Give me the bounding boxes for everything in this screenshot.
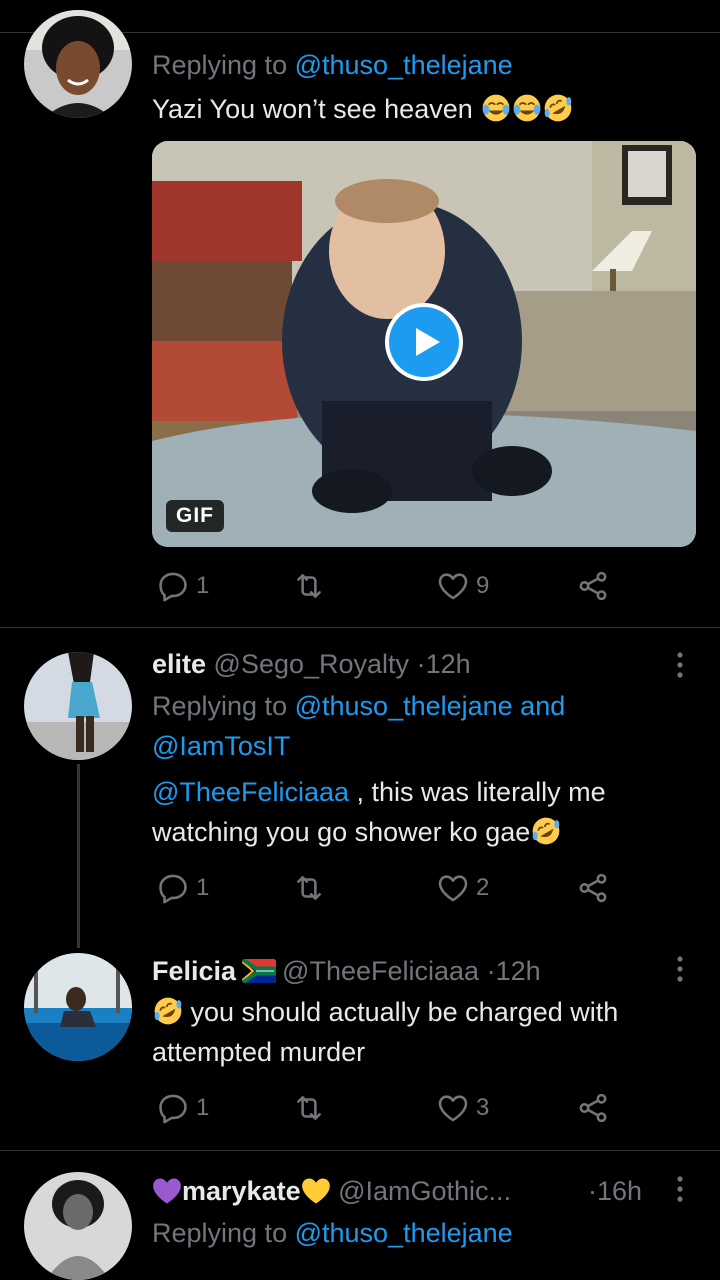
face-with-tears-of-joy-icon	[482, 94, 510, 122]
tweet2-header: elite @Sego_Royalty ·12h	[152, 644, 471, 684]
tweet2-text-line1: @TheeFeliciaaa , this was literally me	[152, 772, 606, 812]
heart-icon	[438, 1095, 468, 1122]
purple-heart-icon	[153, 1178, 181, 1204]
separator-dot: ·	[416, 649, 426, 679]
tweet3-text-2: attempted murder	[152, 1037, 366, 1067]
share-icon	[579, 1093, 607, 1123]
separator-dot: ·	[588, 1176, 597, 1206]
author-name[interactable]: elite	[152, 649, 206, 679]
tweet4-replying: Replying to @thuso_thelejane	[152, 1213, 513, 1253]
thread-line	[77, 764, 80, 948]
reply-count: 1	[196, 874, 210, 901]
tweet-divider	[0, 627, 720, 628]
like-count: 9	[476, 572, 490, 599]
like-button[interactable]: 3	[436, 1086, 489, 1130]
reply-button[interactable]: 1	[156, 866, 209, 910]
replying-handles-link[interactable]: @thuso_thelejane and	[295, 691, 566, 721]
replying-label: Replying to	[152, 50, 288, 80]
tweet2-text-2: watching you go shower ko gae	[152, 817, 531, 847]
author-handle[interactable]: @IamGothic...	[338, 1176, 511, 1206]
timestamp[interactable]: 12h	[496, 956, 541, 986]
retweet-button[interactable]	[292, 564, 326, 608]
tweet1-actions: 1 9	[152, 564, 622, 608]
separator-dot: ·	[486, 956, 496, 986]
tweet3-actions: 1 3	[152, 1086, 622, 1130]
share-icon	[579, 571, 607, 601]
reply-count: 1	[196, 572, 210, 599]
tweet3-text-line1: you should actually be charged with	[152, 992, 618, 1032]
avatar-image	[24, 953, 132, 1061]
reply-button[interactable]: 1	[156, 564, 209, 608]
like-count: 2	[476, 874, 490, 901]
tweet1-replying: Replying to @thuso_thelejane	[152, 45, 513, 85]
replying-handle-link[interactable]: @thuso_thelejane	[295, 1218, 513, 1248]
avatar-image	[24, 10, 132, 118]
reply-icon	[159, 1094, 187, 1124]
replying-handle-link-2[interactable]: @IamTosIT	[152, 731, 290, 761]
share-button[interactable]	[576, 564, 610, 608]
gif-media[interactable]: GIF	[152, 141, 696, 547]
like-button[interactable]: 2	[436, 866, 489, 910]
retweet-button[interactable]	[292, 1086, 326, 1130]
author-name[interactable]: Felicia	[152, 956, 236, 986]
avatar-tweet4[interactable]	[24, 1172, 132, 1280]
tweet2-replying: Replying to @thuso_thelejane and	[152, 686, 565, 726]
author-handle[interactable]: @Sego_Royalty	[214, 649, 410, 679]
rolling-on-floor-laughing-icon	[532, 817, 560, 845]
retweet-icon	[297, 574, 321, 598]
like-button[interactable]: 9	[436, 564, 489, 608]
author-handle[interactable]: @TheeFeliciaaa	[282, 956, 479, 986]
avatar-tweet2[interactable]	[24, 652, 132, 760]
tweet2-text-line2: watching you go shower ko gae	[152, 812, 561, 852]
heart-icon	[438, 573, 468, 600]
mention-link[interactable]: @TheeFeliciaaa	[152, 777, 349, 807]
play-icon	[389, 307, 459, 377]
tweet3-text-line2: attempted murder	[152, 1032, 365, 1072]
avatar-tweet3[interactable]	[24, 953, 132, 1061]
retweet-icon	[297, 876, 321, 900]
reply-count: 1	[196, 1094, 210, 1121]
tweet4-header: marykate @IamGothic...	[152, 1171, 511, 1211]
yellow-heart-icon	[301, 1178, 330, 1204]
timestamp[interactable]: 12h	[426, 649, 471, 679]
timestamp[interactable]: 16h	[597, 1176, 642, 1206]
share-icon	[579, 873, 607, 903]
south-africa-flag-icon	[242, 959, 277, 983]
author-name[interactable]: marykate	[182, 1176, 301, 1206]
more-options-icon[interactable]	[670, 650, 690, 680]
tweet3-text-1: you should actually be charged with	[183, 997, 619, 1027]
tweet2-replying-2: @IamTosIT	[152, 726, 290, 766]
avatar-tweet1[interactable]	[24, 10, 132, 118]
retweet-icon	[297, 1096, 321, 1120]
play-button[interactable]	[385, 303, 463, 381]
face-with-tears-of-joy-icon	[513, 94, 541, 122]
more-options-icon[interactable]	[670, 1174, 690, 1204]
tweet3-header: Felicia @TheeFeliciaaa ·12h	[152, 951, 541, 991]
tweet4-time: ·16h	[588, 1171, 642, 1211]
replying-label: Replying to	[152, 691, 288, 721]
reply-icon	[159, 572, 187, 602]
share-button[interactable]	[576, 1086, 610, 1130]
reply-icon	[159, 874, 187, 904]
replying-label: Replying to	[152, 1218, 288, 1248]
tweet2-actions: 1 2	[152, 866, 622, 910]
replying-handle-link[interactable]: @thuso_thelejane	[295, 50, 513, 80]
rolling-on-floor-laughing-icon	[544, 94, 572, 122]
tweet2-text-1: , this was literally me	[349, 777, 606, 807]
heart-icon	[438, 875, 468, 902]
gif-badge: GIF	[166, 500, 224, 532]
reply-button[interactable]: 1	[156, 1086, 209, 1130]
tweet-divider	[0, 1150, 720, 1151]
avatar-image	[24, 652, 132, 760]
retweet-button[interactable]	[292, 866, 326, 910]
more-options-icon[interactable]	[670, 954, 690, 984]
tweet1-text-line: Yazi You won’t see heaven	[152, 89, 573, 129]
avatar-image	[24, 1172, 132, 1280]
like-count: 3	[476, 1094, 490, 1121]
tweet1-text: Yazi You won’t see heaven	[152, 94, 473, 124]
share-button[interactable]	[576, 866, 610, 910]
rolling-on-floor-laughing-icon	[154, 997, 182, 1025]
